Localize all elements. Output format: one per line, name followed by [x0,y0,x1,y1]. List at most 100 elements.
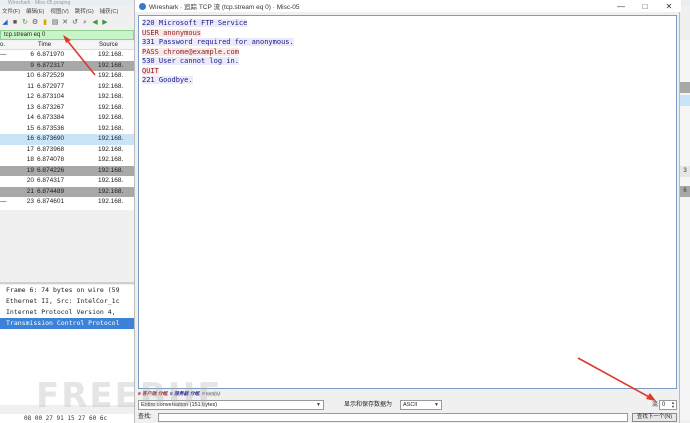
follow-tcp-stream-dialog: Wireshark · 追踪 TCP 流 (tcp.stream eq 0) ·… [134,0,681,423]
packet-source: 192.168. [98,51,124,58]
packet-row[interactable]: 17 6.873968 192.168. [0,145,134,156]
menu-bar: 文件(F) 编辑(E) 视图(V) 跳转(G) 捕获(C) [0,6,134,16]
packet-time: 6.874489 [37,187,65,195]
stream-text: 530 User cannot log in. [142,57,239,65]
stepper-arrows-icon[interactable]: ▲ ▼ [671,401,675,409]
pane-splitter[interactable] [0,282,134,284]
packet-time: 6.873384 [37,114,65,121]
packet-number: 21 [26,187,34,195]
stream-number-stepper[interactable]: 0 ▲ ▼ [659,400,677,410]
packet-row[interactable]: 9 6.872317 192.168. [0,60,134,71]
packet-list-right-edge: 36 [680,40,690,420]
stream-line-client: USER anonymous [142,28,673,39]
stream-text: 220 Microsoft FTP Service [142,19,248,27]
close-button[interactable]: ✕ [657,0,681,12]
stream-number-value: 0 [662,402,666,408]
find-next-button[interactable]: 查找下一个(N) [632,413,677,422]
packet-number: 15 [26,124,34,132]
packet-time: 6.874226 [37,166,65,174]
menu-view[interactable]: 视图(V) [50,7,68,15]
stream-text: PASS chrome@example.com [142,47,239,56]
stream-line-server: 530 User cannot log in. [142,57,673,67]
options-gear-icon[interactable]: ⚙ [31,19,39,27]
packet-source: 192.168. [98,135,124,142]
packet-row[interactable]: 15 6.873536 192.168. [0,124,134,135]
column-source[interactable]: Source [99,42,118,48]
packet-row-edge [680,95,690,106]
packet-time: 6.873536 [37,124,65,132]
packet-source: 192.168. [98,187,124,195]
stop-capture-icon[interactable]: ■ [11,19,19,27]
packet-source: 192.168. [98,156,124,163]
packet-time: 6.871970 [37,51,65,58]
packet-source: 192.168. [98,145,124,153]
freebuf-watermark: FREEBUF [36,376,223,416]
detail-tree-item[interactable]: Ethernet II, Src: IntelCor_1c [0,296,134,307]
packet-row[interactable]: 12 6.873104 192.168. [0,92,134,103]
start-capture-icon[interactable]: ◢ [1,19,9,27]
detail-tree-item[interactable]: Internet Protocol Version 4, [0,307,134,318]
packet-row[interactable]: 18 6.874078 192.168. [0,155,134,166]
packet-time: 6.873267 [37,103,65,111]
packet-source: 192.168. [98,93,124,100]
packet-number: 12 [26,93,34,100]
packet-source: 192.168. [98,114,124,121]
packet-source: 192.168. [98,177,124,184]
go-forward-icon[interactable]: ▶ [101,19,109,27]
stream-content-area[interactable]: 220 Microsoft FTP Service USER anonymous 3… [138,15,677,389]
maximize-button[interactable]: □ [633,0,657,12]
packet-number: 9 [30,61,34,69]
packet-row[interactable]: 21 6.874489 192.168. [0,186,134,197]
detail-tree-item[interactable]: Transmission Control Protocol [0,318,134,329]
find-packet-icon[interactable]: ⌕ [81,19,89,27]
detail-tree-item[interactable]: Frame 6: 74 bytes on wire (59 [0,285,134,296]
packet-number: 23 [26,198,34,205]
packet-time: 6.874317 [37,177,65,184]
display-filter-input[interactable]: tcp.stream eq 0 [0,30,134,40]
packet-source: 192.168. [98,166,124,174]
column-time[interactable]: Time [38,42,51,48]
reload-icon[interactable]: ↺ [71,19,79,27]
column-no[interactable]: o. [0,42,5,48]
find-input[interactable] [158,413,628,422]
menu-edit[interactable]: 编辑(E) [26,7,44,15]
menu-go[interactable]: 跳转(G) [75,7,94,15]
packet-time: 6.872529 [37,72,65,79]
show-as-select-value: ASCII [403,402,418,408]
packet-row[interactable]: 14 6.873384 192.168. [0,113,134,124]
packet-row[interactable]: 19 6.874226 192.168. [0,165,134,176]
close-file-icon[interactable]: ✕ [61,19,69,27]
main-toolbar: ◢ ■ ↻ ⚙ ▮ ▤ ✕ ↺ ⌕ ◀ ▶ [0,16,134,29]
packet-time: 6.874601 [37,198,65,205]
show-as-select[interactable]: ASCII ▼ [400,400,442,410]
stream-line-server: 331 Password required for anonymous. [142,38,673,48]
menu-file[interactable]: 文件(F) [2,7,20,15]
packet-number: 6 [30,51,34,58]
packet-row[interactable]: 13 6.873267 192.168. [0,103,134,114]
packet-source: 192.168. [98,103,124,111]
show-as-label: 显示和保存数据为 [344,402,393,408]
save-file-icon[interactable]: ▤ [51,19,59,27]
packet-number: 17 [26,145,34,153]
go-back-icon[interactable]: ◀ [91,19,99,27]
packet-row[interactable]: —23 6.874601 192.168. [0,197,134,208]
packet-row[interactable]: —6 6.871970 192.168. [0,50,134,61]
restart-capture-icon[interactable]: ↻ [21,19,29,27]
minimize-button[interactable]: — [609,0,633,12]
packet-list-header: o. Time Source [0,41,134,50]
packet-time: 6.873690 [37,135,65,142]
packet-row[interactable]: 11 6.872977 192.168. [0,82,134,93]
packet-row[interactable]: 16 6.873690 192.168. [0,134,134,145]
packet-source: 192.168. [98,61,124,69]
packet-row[interactable]: 10 6.872529 192.168. [0,71,134,82]
stream-line-server: 221 Goodbye. [142,76,673,86]
menu-capture[interactable]: 捕获(C) [100,7,119,15]
stream-number-label: 流 [652,402,659,408]
screen: Wireshark · Misc-05.pcapng 文件(F) 编辑(E) 视… [0,0,690,423]
packet-row-edge: 6 [680,186,690,197]
packet-number: 10 [26,72,34,79]
packet-time: 6.872317 [37,61,65,69]
packet-source: 192.168. [98,72,124,79]
packet-row[interactable]: 20 6.874317 192.168. [0,176,134,187]
open-file-icon[interactable]: ▮ [41,19,49,27]
